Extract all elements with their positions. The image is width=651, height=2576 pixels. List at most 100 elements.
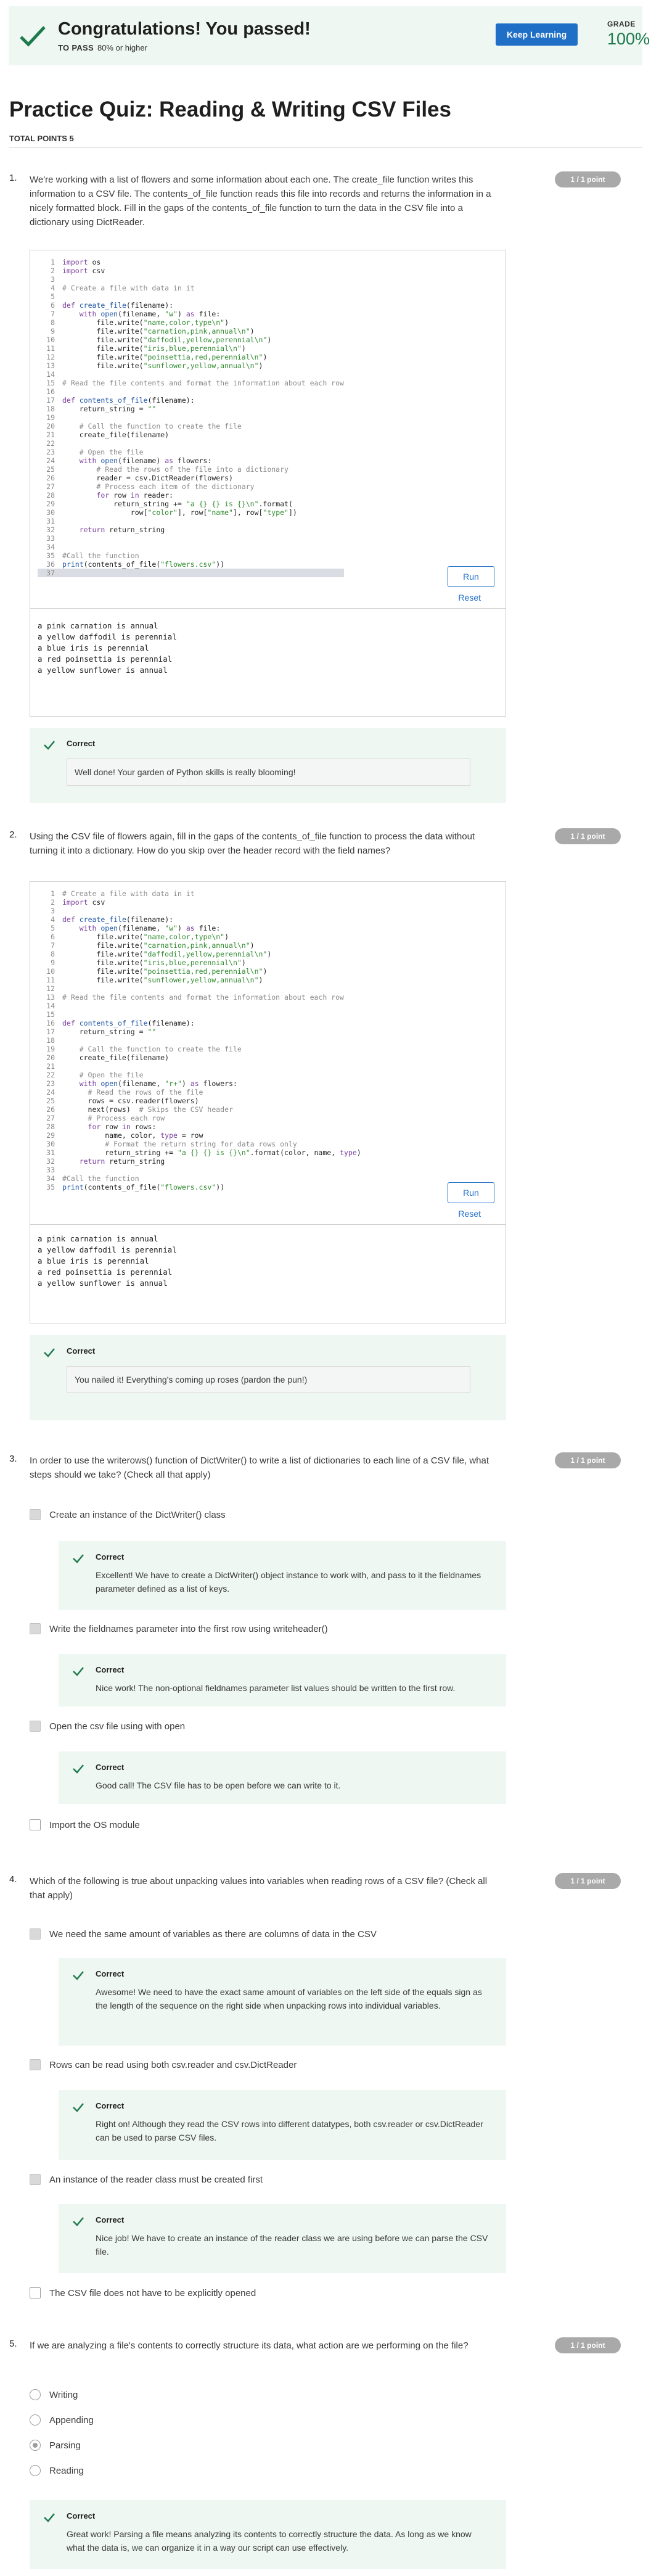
code-lines[interactable]: 1 import os 2 import csv 3 4 # Create a file w…: [38, 258, 344, 577]
code-line[interactable]: 34 #Call the function: [38, 1174, 361, 1183]
code-line[interactable]: 2 import csv: [38, 898, 361, 907]
option-checkbox[interactable]: We need the same amount of variables as …: [30, 1928, 377, 1940]
checkbox[interactable]: [30, 2059, 41, 2070]
code-line[interactable]: 16: [38, 387, 344, 396]
code-line[interactable]: 19: [38, 413, 344, 422]
code-line[interactable]: 17 def contents_of_file (filename):: [38, 396, 344, 405]
option-checkbox[interactable]: Import the OS module: [30, 1819, 140, 1830]
checkbox[interactable]: [30, 1721, 41, 1732]
code-line[interactable]: 18: [38, 1036, 361, 1045]
code-line[interactable]: 17 return_string = "": [38, 1027, 361, 1036]
code-line[interactable]: 24 with open (filename) as flowers:: [38, 456, 344, 465]
code-line[interactable]: 22 # Open the file: [38, 1071, 361, 1079]
code-editor[interactable]: 1 import os 2 import csv 3 4 # Create a file w…: [30, 250, 506, 717]
code-line[interactable]: 26 reader = csv.DictReader(flowers): [38, 474, 344, 482]
checkbox[interactable]: [30, 1623, 41, 1634]
code-line[interactable]: 30 # Format the return string for data r…: [38, 1140, 361, 1148]
code-line[interactable]: 13 file.write("sunflower,yellow,annual\n…: [38, 361, 344, 370]
code-line[interactable]: 7 file.write("carnation,pink,annual\n"): [38, 941, 361, 950]
radio-button[interactable]: [30, 2389, 41, 2400]
checkbox[interactable]: [30, 1928, 41, 1940]
option-radio[interactable]: Writing: [30, 2389, 78, 2400]
code-line[interactable]: 23 with open (filename, "r+") as flowers:: [38, 1079, 361, 1088]
code-line[interactable]: 15: [38, 1010, 361, 1019]
option-checkbox[interactable]: The CSV file does not have to be explici…: [30, 2287, 256, 2298]
code-line[interactable]: 4 # Create a file with data in it: [38, 284, 344, 292]
run-button[interactable]: Run: [448, 1182, 494, 1203]
code-line[interactable]: 29 name, color, type = row: [38, 1131, 361, 1140]
code-line[interactable]: 27 # Process each row: [38, 1114, 361, 1122]
code-line[interactable]: 18 return_string = "": [38, 405, 344, 413]
code-line[interactable]: 9 file.write("iris,blue,perennial\n"): [38, 958, 361, 967]
code-line[interactable]: 35 #Call the function: [38, 551, 344, 560]
code-line[interactable]: 4 def create_file (filename):: [38, 915, 361, 924]
checkbox[interactable]: [30, 2174, 41, 2185]
radio-button[interactable]: [30, 2414, 41, 2426]
code-line[interactable]: 30 row["color"], row["name"], row["type"…: [38, 508, 344, 517]
keep-learning-button[interactable]: Keep Learning: [496, 23, 578, 46]
option-checkbox[interactable]: Open the csv file using with open: [30, 1721, 185, 1732]
code-line[interactable]: 36 print (contents_of_file("flowers.csv")): [38, 560, 344, 569]
code-line[interactable]: 5: [38, 292, 344, 301]
option-radio[interactable]: Parsing: [30, 2440, 81, 2451]
code-line[interactable]: 25 # Read the rows of the file into a di…: [38, 465, 344, 474]
code-line[interactable]: 11 file.write("iris,blue,perennial\n"): [38, 344, 344, 353]
code-line[interactable]: 34: [38, 543, 344, 551]
radio-button[interactable]: [30, 2465, 41, 2476]
code-line[interactable]: 8 file.write("daffodil,yellow,perennial\…: [38, 950, 361, 958]
code-line[interactable]: 24 # Read the rows of the file: [38, 1088, 361, 1097]
code-line[interactable]: 23 # Open the file: [38, 448, 344, 456]
checkbox[interactable]: [30, 1509, 41, 1520]
code-line[interactable]: 12: [38, 984, 361, 993]
code-line[interactable]: 14: [38, 1002, 361, 1010]
option-checkbox[interactable]: Rows can be read using both csv.reader a…: [30, 2059, 297, 2070]
code-line[interactable]: 6 file.write("name,color,type\n"): [38, 932, 361, 941]
code-line[interactable]: 31: [38, 517, 344, 525]
code-line[interactable]: 5 with open (filename, "w") as file:: [38, 924, 361, 932]
code-line[interactable]: 31 return_string += "a {} {} is {}\n" .fo…: [38, 1148, 361, 1157]
code-line[interactable]: 37: [38, 569, 344, 577]
code-line[interactable]: 21 create_file(filename): [38, 430, 344, 439]
code-line[interactable]: 13 # Read the file contents and format th…: [38, 993, 361, 1002]
code-line[interactable]: 1 # Create a file with data in it: [38, 889, 361, 898]
option-checkbox[interactable]: Write the fieldnames parameter into the …: [30, 1623, 328, 1634]
code-line[interactable]: 10 file.write("poinsettia,red,perennial\…: [38, 967, 361, 976]
code-line[interactable]: 2 import csv: [38, 266, 344, 275]
code-line[interactable]: 27 # Process each item of the dictionary: [38, 482, 344, 491]
code-line[interactable]: 33: [38, 1166, 361, 1174]
code-line[interactable]: 28 for row in rows:: [38, 1122, 361, 1131]
code-line[interactable]: 8 file.write("name,color,type\n"): [38, 318, 344, 327]
code-line[interactable]: 3: [38, 275, 344, 284]
code-line[interactable]: 9 file.write("carnation,pink,annual\n"): [38, 327, 344, 335]
option-radio[interactable]: Appending: [30, 2414, 94, 2426]
code-line[interactable]: 32 return return_string: [38, 525, 344, 534]
checkbox[interactable]: [30, 1819, 41, 1830]
option-checkbox[interactable]: An instance of the reader class must be …: [30, 2174, 263, 2185]
reset-link[interactable]: Reset: [458, 593, 481, 603]
code-line[interactable]: 32 return return_string: [38, 1157, 361, 1166]
checkbox[interactable]: [30, 2287, 41, 2298]
run-button[interactable]: Run: [448, 566, 494, 587]
code-line[interactable]: 16 def contents_of_file (filename):: [38, 1019, 361, 1027]
code-line[interactable]: 11 file.write("sunflower,yellow,annual\n…: [38, 976, 361, 984]
code-line[interactable]: 25 rows = csv.reader(flowers): [38, 1097, 361, 1105]
code-line[interactable]: 14: [38, 370, 344, 379]
option-checkbox[interactable]: Create an instance of the DictWriter() c…: [30, 1509, 226, 1520]
reset-link[interactable]: Reset: [458, 1209, 481, 1219]
code-lines[interactable]: 1 # Create a file with data in it 2 import …: [38, 889, 361, 1191]
code-line[interactable]: 1 import os: [38, 258, 344, 266]
code-line[interactable]: 20 # Call the function to create the fil…: [38, 422, 344, 430]
code-line[interactable]: 7 with open (filename, "w") as file:: [38, 310, 344, 318]
code-line[interactable]: 22: [38, 439, 344, 448]
code-line[interactable]: 6 def create_file (filename):: [38, 301, 344, 310]
code-line[interactable]: 29 return_string += "a {} {} is {}\n" .fo…: [38, 500, 344, 508]
code-line[interactable]: 26 next(rows) # Skips the CSV header: [38, 1105, 361, 1114]
code-line[interactable]: 35 print (contents_of_file("flowers.csv")): [38, 1183, 361, 1191]
code-line[interactable]: 21: [38, 1062, 361, 1071]
code-line[interactable]: 19 # Call the function to create the fil…: [38, 1045, 361, 1053]
code-line[interactable]: 12 file.write("poinsettia,red,perennial\…: [38, 353, 344, 361]
code-line[interactable]: 20 create_file(filename): [38, 1053, 361, 1062]
option-radio[interactable]: Reading: [30, 2465, 84, 2476]
code-line[interactable]: 15 # Read the file contents and format th…: [38, 379, 344, 387]
radio-button[interactable]: [30, 2440, 41, 2451]
